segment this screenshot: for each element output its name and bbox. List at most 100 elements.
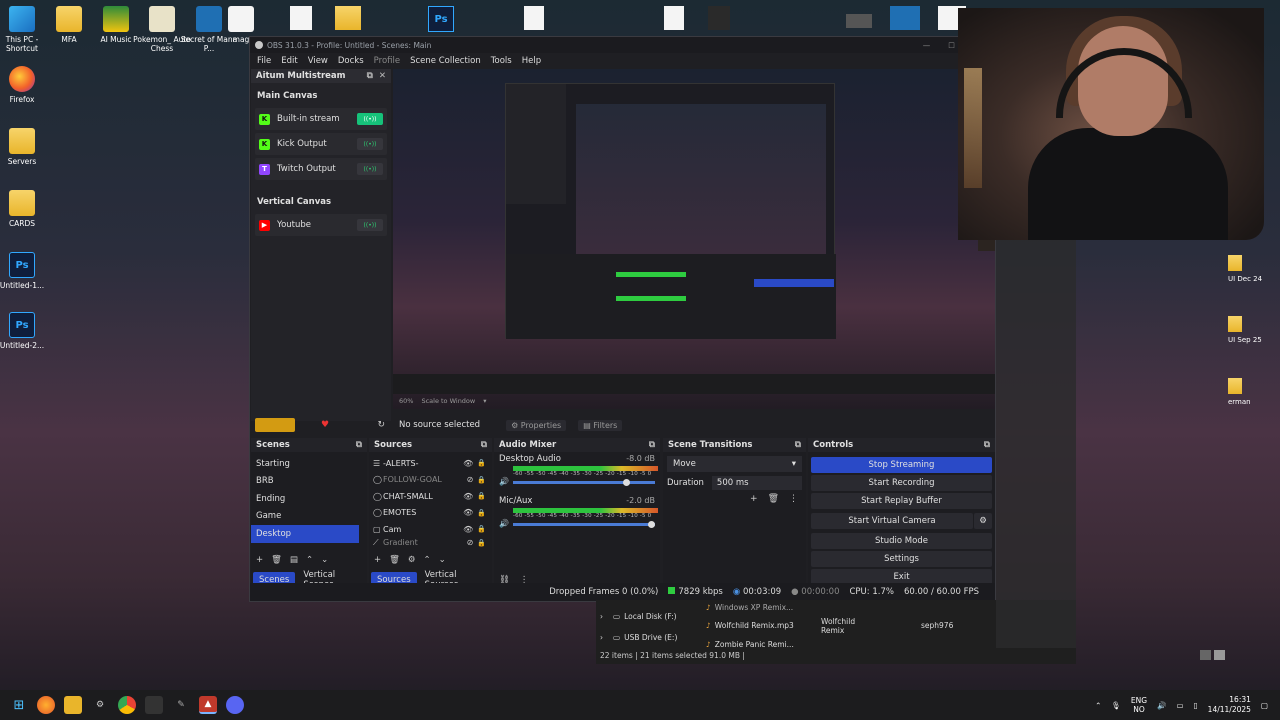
desktop-icon-servers[interactable]: Servers (0, 128, 51, 166)
vlc-icon[interactable]: ▲ (199, 696, 217, 714)
desktop-icon-firefox[interactable]: Firefox (0, 66, 51, 104)
minimize-icon[interactable]: — (923, 41, 931, 50)
desktop-icon-erman[interactable]: erman (1228, 378, 1251, 406)
transition-select[interactable]: Move ▾ (667, 456, 802, 472)
studio-mode-button[interactable]: Studio Mode (811, 533, 992, 549)
settings-gear-icon[interactable]: ⚙ (91, 696, 109, 714)
scene-item[interactable]: BRB (251, 473, 359, 491)
virtual-camera-settings-button[interactable]: ⚙ (974, 513, 992, 529)
clock[interactable]: 16:31 14/11/2025 (1208, 695, 1251, 715)
filters-button[interactable]: ▤ Filters (578, 419, 623, 431)
slider-handle[interactable] (622, 478, 630, 486)
lock-icon[interactable]: 🔒 (477, 509, 486, 517)
menu-edit[interactable]: Edit (277, 56, 303, 66)
float-dock-icon[interactable]: ⧉ (649, 440, 655, 450)
file-row[interactable]: ♪ Windows XP Remix... (706, 603, 793, 612)
color-swatch[interactable] (255, 418, 295, 432)
desktop-icon-folder[interactable] (335, 6, 361, 30)
preview-mode[interactable]: Scale to Window (421, 397, 475, 405)
scene-item[interactable]: Ending (251, 490, 359, 508)
menu-profile[interactable]: Profile (370, 56, 406, 66)
close-dock-icon[interactable]: ✕ (379, 71, 386, 81)
desktop-icon-nexo[interactable] (890, 6, 920, 30)
move-up-icon[interactable]: ⌃ (424, 555, 431, 565)
desktop-icon-ui-sep[interactable]: UI Sep 25 (1228, 316, 1262, 344)
move-down-icon[interactable]: ⌄ (321, 555, 328, 565)
filter-icon[interactable]: ▤ (290, 555, 298, 565)
file-row[interactable]: ♪ Zombie Panic Remi... (706, 640, 794, 649)
lock-icon[interactable]: 🔒 (477, 525, 486, 533)
lock-icon[interactable]: 🔒 (477, 476, 486, 484)
desktop-icon-doc[interactable] (290, 6, 312, 30)
desktop-icon-cards[interactable]: CARDS (0, 190, 51, 228)
output-toggle-button[interactable]: ((•)) (357, 138, 383, 150)
preview-zoom[interactable]: 60% (399, 397, 413, 405)
eye-icon[interactable]: 👁 (463, 492, 473, 501)
microphone-icon[interactable]: 🎙 (1111, 701, 1121, 710)
source-item[interactable]: ▢ Cam 👁 🔒 (369, 521, 492, 538)
desktop-icon-untitled-2[interactable]: Ps Untitled-2... (0, 312, 51, 350)
file-explorer-icon[interactable] (64, 696, 82, 714)
settings-button[interactable]: Settings (811, 551, 992, 567)
start-replay-buffer-button[interactable]: Start Replay Buffer (811, 493, 992, 509)
lock-icon[interactable]: 🔒 (477, 459, 486, 467)
discord-icon[interactable] (226, 696, 244, 714)
float-dock-icon[interactable]: ⧉ (356, 440, 362, 450)
menu-dots-icon[interactable]: ⋮ (789, 494, 798, 504)
lock-icon[interactable]: 🔒 (477, 539, 486, 547)
drive-item[interactable]: › ▭ USB Drive (E:) (600, 633, 677, 642)
gear-icon[interactable]: ⚙ (408, 555, 416, 565)
trash-icon[interactable]: 🗑 (389, 555, 400, 565)
trash-icon[interactable]: 🗑 (768, 494, 779, 504)
terminal-icon[interactable] (145, 696, 163, 714)
eye-icon[interactable]: 👁 (463, 459, 473, 468)
eye-icon[interactable]: 👁 (463, 508, 473, 517)
menu-help[interactable]: Help (518, 56, 547, 66)
language-indicator[interactable]: ENG NO (1131, 696, 1147, 714)
add-icon[interactable]: + (750, 494, 758, 504)
network-icon[interactable]: ▭ (1176, 701, 1183, 710)
speaker-icon[interactable]: 🔊 (499, 519, 511, 528)
drive-item[interactable]: › ▭ Local Disk (F:) (600, 612, 677, 621)
windows-start-icon[interactable]: ⊞ (10, 696, 28, 714)
menu-scene-collection[interactable]: Scene Collection (406, 56, 487, 66)
output-toggle-button[interactable]: ((•)) (357, 163, 383, 175)
duration-input[interactable]: 500 ms (711, 476, 802, 490)
start-recording-button[interactable]: Start Recording (811, 475, 992, 491)
refresh-icon[interactable]: ↻ (377, 420, 385, 430)
desktop-icon-pdf[interactable] (664, 6, 684, 30)
desktop-icon-device[interactable] (846, 14, 872, 28)
chevron-down-icon[interactable]: ▾ (483, 397, 486, 405)
float-dock-icon[interactable]: ⧉ (795, 440, 801, 450)
source-item[interactable]: ◯ FOLLOW-GOAL ⊘ 🔒 (369, 472, 492, 489)
volume-slider[interactable] (512, 478, 655, 486)
stop-streaming-button[interactable]: Stop Streaming (811, 457, 992, 473)
desktop-icon-photoshop[interactable]: Ps (428, 6, 454, 32)
float-dock-icon[interactable]: ⧉ (367, 71, 373, 81)
desktop-icon-media[interactable] (708, 6, 730, 30)
float-dock-icon[interactable]: ⧉ (481, 440, 487, 450)
output-toggle-button[interactable]: ((•)) (357, 219, 383, 231)
float-dock-icon[interactable]: ⧉ (984, 440, 990, 450)
source-item[interactable]: ☰ -ALERTS- 👁 🔒 (369, 455, 492, 472)
slider-handle[interactable] (647, 520, 655, 528)
scene-item-selected[interactable]: Desktop (251, 525, 359, 543)
source-item[interactable]: ◯ CHAT-SMALL 👁 🔒 (369, 488, 492, 505)
obs-preview[interactable]: 60% Scale to Window ▾ (393, 69, 995, 409)
desktop-icon-untitled-1[interactable]: Ps Untitled-1... (0, 252, 51, 290)
chrome-icon[interactable] (118, 696, 136, 714)
trash-icon[interactable]: 🗑 (271, 555, 282, 565)
output-toggle-button[interactable]: ((•)) (357, 113, 383, 125)
pen-icon[interactable]: ✎ (172, 696, 190, 714)
scene-item[interactable]: Game (251, 508, 359, 526)
view-toggle-icons[interactable] (1200, 650, 1226, 660)
desktop-icon-doc-2[interactable] (524, 6, 544, 30)
lock-icon[interactable]: 🔒 (477, 492, 486, 500)
speaker-icon[interactable]: 🔊 (499, 477, 511, 486)
source-item[interactable]: ⟋ Gradient ⊘ 🔒 (369, 538, 492, 548)
move-down-icon[interactable]: ⌄ (439, 555, 446, 565)
scene-item[interactable]: Starting (251, 455, 359, 473)
eye-hidden-icon[interactable]: ⊘ (467, 475, 474, 484)
properties-button[interactable]: ⚙ Properties (506, 419, 567, 431)
notification-icon[interactable]: ▢ (1261, 701, 1268, 710)
